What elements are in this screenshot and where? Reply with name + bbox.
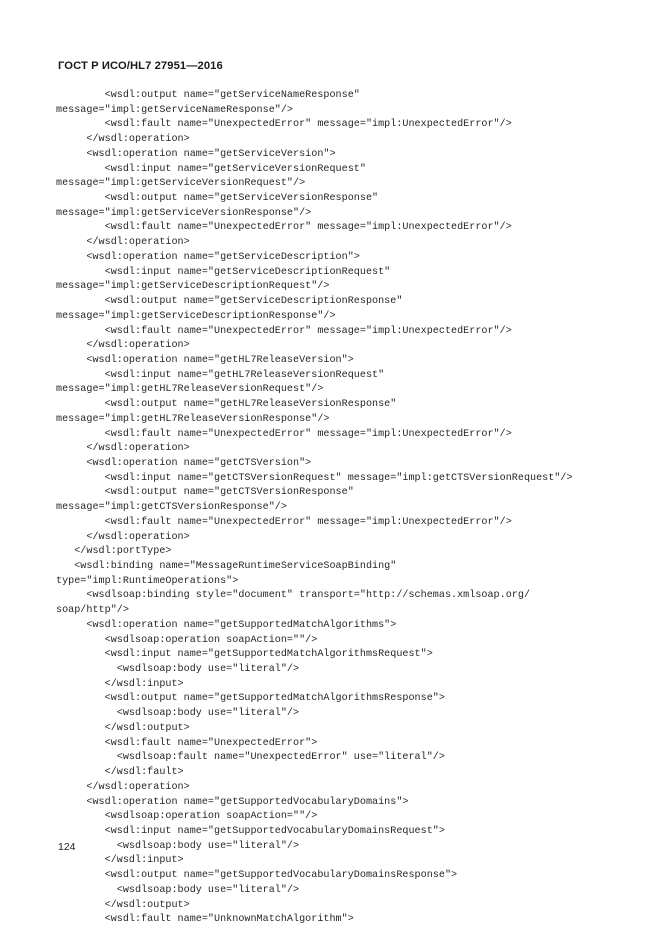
code-line: <wsdlsoap:body use="literal"/>: [56, 840, 300, 852]
code-line: </wsdl:operation>: [56, 443, 190, 455]
code-line: <wsdl:output name="getServiceNameRespons…: [56, 90, 360, 101]
code-line: message="impl:getServiceVersionRequest"/…: [56, 178, 306, 190]
code-line: message="impl:getHL7ReleaseVersionRespon…: [56, 413, 330, 425]
code-line: <wsdl:fault name="UnexpectedError" messa…: [56, 325, 512, 337]
code-line: <wsdl:output name="getSupportedMatchAlgo…: [56, 693, 445, 705]
code-line: <wsdl:fault name="UnexpectedError" messa…: [56, 428, 512, 440]
code-line: message="impl:getServiceDescriptionRespo…: [56, 310, 336, 322]
running-header-standard-number: ГОСТ Р ИСО/HL7 27951—2016: [58, 60, 223, 72]
code-line: <wsdl:input name="getServiceDescriptionR…: [56, 266, 391, 278]
code-line: <wsdl:operation name="getHL7ReleaseVersi…: [56, 354, 354, 366]
code-line: <wsdlsoap:fault name="UnexpectedError" u…: [56, 752, 445, 764]
code-line: </wsdl:output>: [56, 899, 190, 911]
code-line: <wsdl:input name="getSupportedMatchAlgor…: [56, 649, 433, 661]
code-line: message="impl:getCTSVersionResponse"/>: [56, 502, 287, 514]
code-line: <wsdl:fault name="UnexpectedError" messa…: [56, 222, 512, 234]
code-line: </wsdl:portType>: [56, 546, 172, 558]
code-line: <wsdl:input name="getSupportedVocabulary…: [56, 825, 445, 837]
code-line: <wsdlsoap:body use="literal"/>: [56, 884, 300, 896]
code-line: </wsdl:fault>: [56, 767, 184, 779]
code-line: </wsdl:operation>: [56, 134, 190, 146]
code-line: message="impl:getServiceVersionResponse"…: [56, 207, 312, 219]
code-line: <wsdl:input name="getHL7ReleaseVersionRe…: [56, 369, 385, 381]
wsdl-code-listing: <wsdl:output name="getServiceNameRespons…: [56, 89, 616, 928]
code-line: <wsdlsoap:operation soapAction=""/>: [56, 811, 318, 823]
code-line: </wsdl:operation>: [56, 237, 190, 249]
code-line: <wsdl:output name="getServiceDescription…: [56, 296, 403, 308]
code-line: <wsdl:input name="getCTSVersionRequest" …: [56, 472, 573, 484]
code-line: <wsdl:fault name="UnexpectedError" messa…: [56, 516, 512, 528]
code-line: </wsdl:operation>: [56, 340, 190, 352]
code-line: <wsdl:fault name="UnexpectedError">: [56, 737, 318, 749]
code-line: <wsdl:output name="getHL7ReleaseVersionR…: [56, 399, 397, 411]
code-line: </wsdl:operation>: [56, 781, 190, 793]
code-line: <wsdl:input name="getServiceVersionReque…: [56, 163, 366, 175]
code-line: <wsdl:operation name="getCTSVersion">: [56, 457, 312, 469]
code-line: <wsdl:operation name="getServiceDescript…: [56, 251, 360, 263]
code-line: <wsdl:output name="getServiceVersionResp…: [56, 193, 379, 205]
code-line: soap/http"/>: [56, 605, 129, 617]
code-line: <wsdl:output name="getSupportedVocabular…: [56, 870, 458, 882]
code-line: <wsdl:operation name="getSupportedMatchA…: [56, 619, 397, 631]
page-number: 124: [58, 841, 76, 853]
code-line: <wsdlsoap:binding style="document" trans…: [56, 590, 531, 602]
code-line: <wsdlsoap:body use="literal"/>: [56, 708, 300, 720]
code-line: </wsdl:input>: [56, 855, 184, 867]
code-line: <wsdl:binding name="MessageRuntimeServic…: [56, 561, 397, 572]
code-line: <wsdlsoap:body use="literal"/>: [56, 664, 300, 676]
code-line: <wsdl:fault name="UnknownMatchAlgorithm"…: [56, 914, 354, 926]
code-line: </wsdl:input>: [56, 678, 184, 690]
code-line: message="impl:getServiceDescriptionReque…: [56, 281, 330, 293]
code-line: <wsdl:output name="getCTSVersionResponse…: [56, 487, 354, 499]
code-line: <wsdl:operation name="getSupportedVocabu…: [56, 796, 409, 808]
document-page: ГОСТ Р ИСО/HL7 27951—2016 <wsdl:output n…: [0, 0, 661, 935]
code-line: <wsdlsoap:operation soapAction=""/>: [56, 634, 318, 646]
code-line: message="impl:getServiceNameResponse"/>: [56, 104, 294, 116]
code-line: </wsdl:operation>: [56, 531, 190, 543]
code-line: <wsdl:operation name="getServiceVersion"…: [56, 148, 336, 160]
code-line: </wsdl:output>: [56, 722, 190, 734]
code-line: type="impl:RuntimeOperations">: [56, 575, 239, 587]
code-line: message="impl:getHL7ReleaseVersionReques…: [56, 384, 324, 396]
code-line: <wsdl:fault name="UnexpectedError" messa…: [56, 119, 512, 131]
